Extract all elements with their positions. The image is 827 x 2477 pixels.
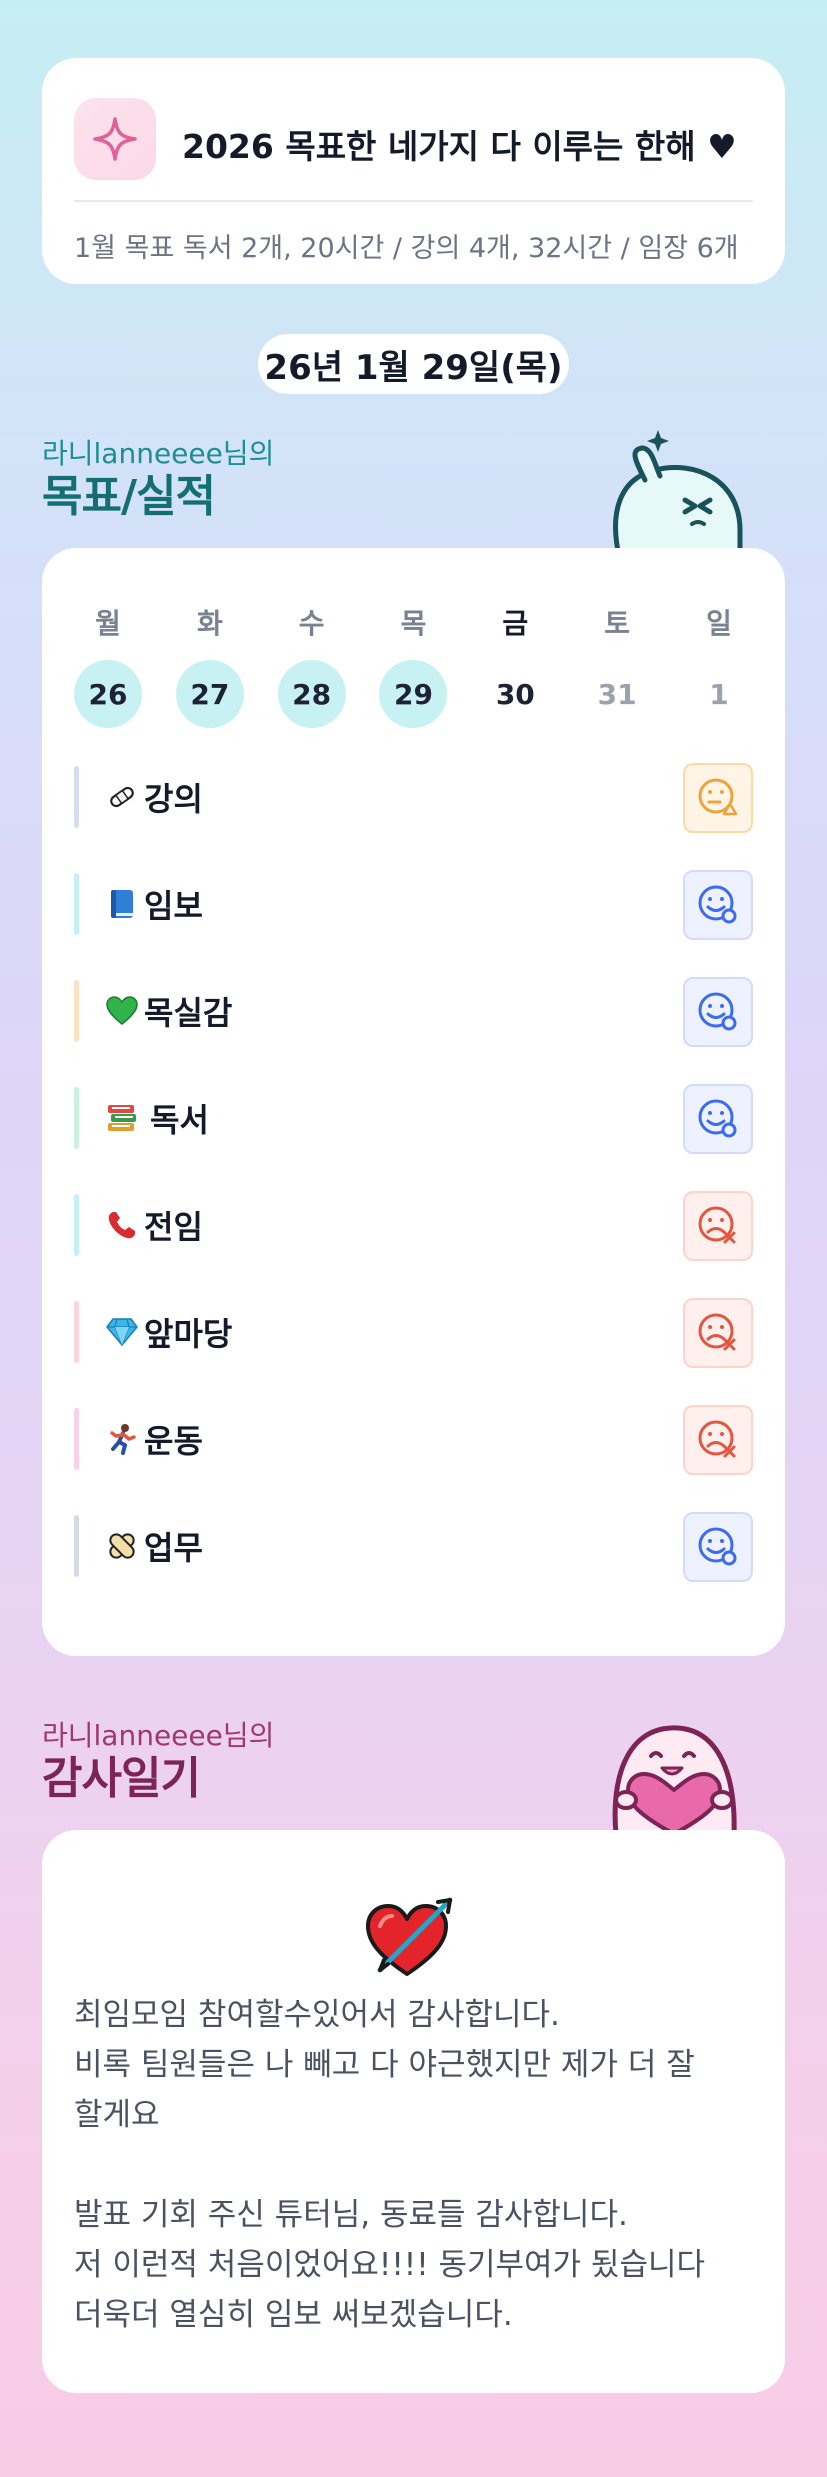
runner-icon	[104, 1423, 140, 1455]
books-icon	[104, 1103, 140, 1133]
gratitude-line: 더욱더 열심히 임보 써보겠습니다.	[74, 2297, 513, 2333]
day-column[interactable]: 화 27	[175, 602, 244, 728]
goal-color-bar	[74, 1301, 79, 1363]
day-name: 일	[706, 607, 732, 640]
goal-row[interactable]: 앞마당	[74, 1298, 753, 1368]
goal-color-bar	[74, 1194, 79, 1256]
goal-color-bar	[74, 1515, 79, 1577]
status-partial-icon[interactable]	[683, 763, 753, 833]
goal-row[interactable]: 임보	[74, 870, 753, 940]
goal-label: 독서	[150, 1101, 209, 1139]
day-name: 금	[502, 607, 529, 640]
goal-label: 앞마당	[144, 1315, 233, 1353]
sparkle-icon	[74, 98, 156, 180]
day-column[interactable]: 일1	[685, 602, 753, 728]
status-fail-icon[interactable]	[683, 1405, 753, 1475]
date-pill: 26년 1월 29일(목)	[258, 334, 569, 394]
day-name: 월	[95, 607, 121, 640]
day-number: 27	[175, 660, 244, 728]
section-title-gratitude: 감사일기	[42, 1753, 201, 1804]
goal-color-bar	[74, 1087, 79, 1149]
goal-subtitle: 1월 목표 독서 2개, 20시간 / 강의 4개, 32시간 / 임장 6개	[74, 233, 739, 264]
goal-row[interactable]: 강의	[74, 763, 753, 833]
goal-color-bar	[74, 873, 79, 935]
day-column[interactable]: 월 26	[74, 602, 142, 728]
day-column-today[interactable]: 금 30	[481, 602, 549, 728]
divider	[74, 200, 753, 202]
week-calendar: 월 26 화 27 수 28 목 29 금 30 토 31 일1	[74, 602, 753, 728]
goal-label: 임보	[144, 887, 203, 925]
goal-color-bar	[74, 1408, 79, 1470]
day-name: 토	[604, 607, 631, 640]
day-number: 28	[277, 660, 346, 728]
day-number: 29	[379, 660, 448, 728]
day-column[interactable]: 목 29	[379, 602, 448, 728]
goal-row[interactable]: 목실감	[74, 977, 753, 1047]
book-icon	[104, 888, 140, 920]
heart-arrow-icon	[366, 1897, 453, 1976]
goal-list: 강의 임보 목실감 독서 전임 앞마당 운동 업무	[74, 763, 753, 1622]
status-fail-icon[interactable]	[683, 1298, 753, 1368]
ghost-heart-mascot-icon	[612, 1725, 737, 1834]
goal-row[interactable]: 운동	[74, 1405, 753, 1475]
gratitude-line: 비록 팀원들은 나 빼고 다 야근했지만 제가 더 잘	[74, 2047, 695, 2083]
bandage-icon	[104, 1530, 140, 1562]
gratitude-line: 발표 기회 주신 튜터님, 동료들 감사합니다.	[74, 2197, 628, 2233]
goal-label: 업무	[144, 1529, 203, 1567]
status-done-icon[interactable]	[683, 870, 753, 940]
phone-icon	[104, 1210, 140, 1240]
goal-row[interactable]: 전임	[74, 1191, 753, 1261]
day-number: 26	[74, 660, 142, 728]
ghost-mascot-icon	[613, 430, 743, 560]
goal-color-bar	[74, 766, 79, 828]
weekly-goals-card: 월 26 화 27 수 28 목 29 금 30 토 31 일1 강의 임보 목…	[42, 548, 785, 1656]
green-heart-icon	[104, 996, 140, 1026]
section-title-goals: 목표/실적	[42, 471, 216, 522]
day-column[interactable]: 토 31	[583, 602, 651, 728]
goal-row[interactable]: 업무	[74, 1512, 753, 1582]
status-fail-icon[interactable]	[683, 1191, 753, 1261]
gratitude-line: 저 이런적 처음이었어요!!!! 동기부여가 됬습니다	[74, 2247, 706, 2283]
goal-label: 전임	[144, 1208, 203, 1246]
gratitude-line: 할게요	[74, 2097, 160, 2133]
status-done-icon[interactable]	[683, 977, 753, 1047]
day-number: 30	[495, 677, 535, 711]
day-name: 화	[196, 607, 223, 640]
goal-label: 강의	[144, 780, 203, 818]
status-done-icon[interactable]	[683, 1512, 753, 1582]
status-done-icon[interactable]	[683, 1084, 753, 1154]
day-name: 목	[400, 607, 427, 640]
goal-row[interactable]: 독서	[74, 1084, 753, 1154]
goal-label: 운동	[144, 1422, 203, 1460]
day-number: 31	[597, 677, 637, 711]
day-number: 1	[709, 677, 729, 711]
gratitude-text: 최임모임 참여할수있어서 감사합니다. 비록 팀원들은 나 빼고 다 야근했지만…	[74, 1990, 753, 2340]
bandage-icon	[104, 782, 140, 812]
goal-card: 2026 목표한 네가지 다 이루는 한해 ♥ 1월 목표 독서 2개, 20시…	[42, 58, 785, 284]
goal-label: 목실감	[144, 994, 233, 1032]
gem-icon	[104, 1317, 140, 1347]
goal-title: 2026 목표한 네가지 다 이루는 한해 ♥	[182, 127, 737, 166]
goal-color-bar	[74, 980, 79, 1042]
gratitude-line: 최임모임 참여할수있어서 감사합니다.	[74, 1997, 560, 2033]
day-name: 수	[298, 607, 325, 640]
gratitude-card: 최임모임 참여할수있어서 감사합니다. 비록 팀원들은 나 빼고 다 야근했지만…	[42, 1830, 785, 2393]
day-column[interactable]: 수 28	[277, 602, 346, 728]
